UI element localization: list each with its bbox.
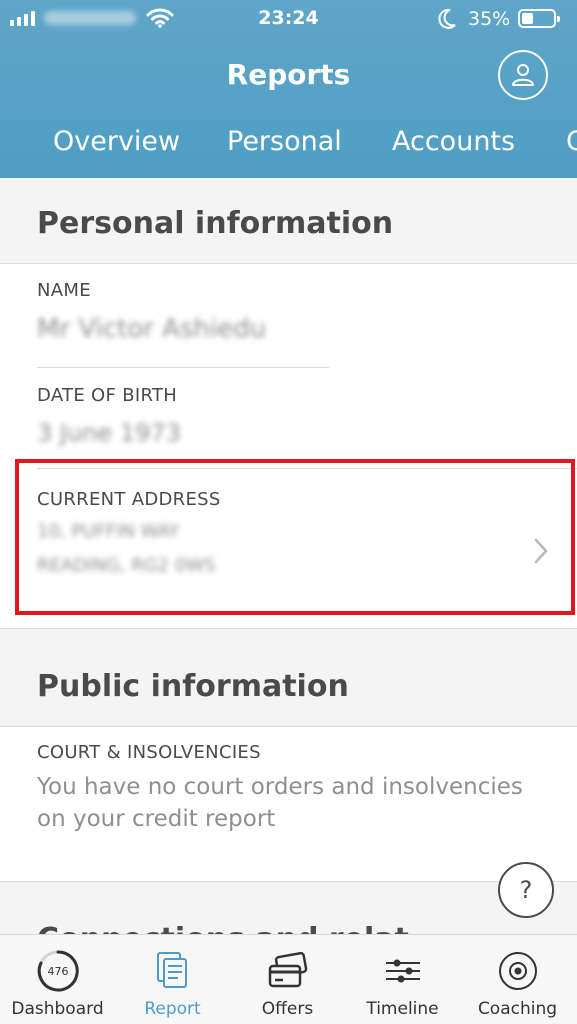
dob-label: DATE OF BIRTH	[37, 385, 178, 406]
nav-timeline-label: Timeline	[366, 999, 439, 1019]
report-tabs: Overview Personal Accounts C	[0, 126, 577, 166]
battery-icon	[518, 9, 560, 28]
public-info-card: COURT & INSOLVENCIES You have no court o…	[0, 727, 577, 881]
credit-cards-icon	[268, 952, 307, 988]
report-document-icon	[156, 952, 187, 988]
dob-value-redacted: 3 June 1973	[37, 419, 181, 447]
status-bar: 23:24 35%	[0, 0, 577, 38]
nav-dashboard-label: Dashboard	[11, 999, 104, 1019]
nav-offers[interactable]: Offers	[230, 935, 345, 1024]
public-section-header: Public information	[0, 629, 577, 726]
court-status-text: You have no court orders and insolvencie…	[37, 774, 523, 832]
nav-report[interactable]: Report	[115, 935, 230, 1024]
court-label: COURT & INSOLVENCIES	[37, 742, 261, 763]
nav-report-label: Report	[144, 999, 201, 1019]
nav-coaching[interactable]: Coaching	[460, 935, 575, 1024]
target-icon	[498, 952, 537, 990]
personal-section-header: Personal information	[0, 178, 577, 264]
battery-percent: 35%	[468, 8, 511, 30]
timeline-icon	[385, 959, 420, 983]
chevron-right-icon	[534, 538, 548, 564]
help-button[interactable]: ?	[498, 862, 554, 918]
nav-dashboard[interactable]: 476 Dashboard	[0, 935, 115, 1024]
personal-section-title: Personal information	[37, 206, 394, 241]
divider	[0, 881, 577, 882]
bottom-tab-bar: 476 Dashboard Report Offers Timeline Coa…	[0, 934, 577, 1024]
app-header: 23:24 35% Reports Overview Personal Acco…	[0, 0, 577, 178]
nav-coaching-label: Coaching	[477, 999, 558, 1019]
user-icon	[512, 64, 534, 86]
tab-accounts[interactable]: Accounts	[392, 126, 515, 157]
nav-offers-label: Offers	[261, 999, 314, 1019]
score-dial-icon: 476	[37, 950, 79, 992]
name-value-redacted: Mr Victor Ashiedu	[37, 314, 267, 344]
page-title: Reports	[226, 58, 351, 91]
moon-icon	[438, 8, 456, 29]
tab-next-partial[interactable]: C	[566, 126, 577, 157]
name-label: NAME	[37, 280, 91, 301]
public-section-title: Public information	[37, 669, 349, 704]
tab-personal[interactable]: Personal	[227, 126, 342, 157]
score-badge: 476	[47, 965, 68, 978]
divider	[37, 367, 329, 368]
profile-button[interactable]	[498, 50, 548, 100]
nav-timeline[interactable]: Timeline	[345, 935, 460, 1024]
current-address-row[interactable]	[15, 459, 575, 615]
tab-overview[interactable]: Overview	[53, 126, 180, 157]
